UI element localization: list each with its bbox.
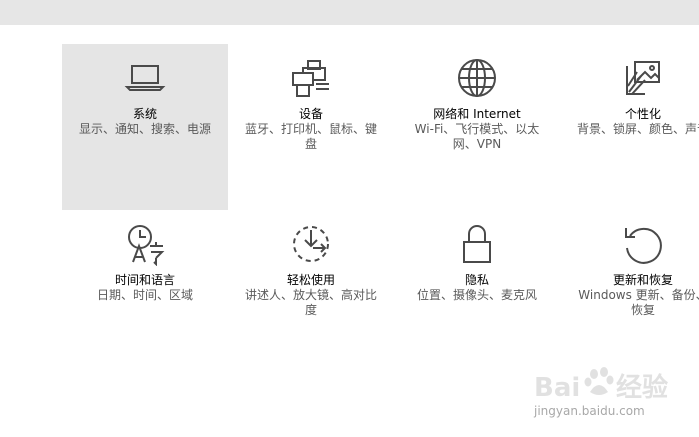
tile-ease-of-access[interactable]: 轻松使用 讲述人、放大镜、高对比度 [228,210,394,376]
lock-icon [455,222,499,266]
tile-devices[interactable]: 设备 蓝牙、打印机、鼠标、键盘 [228,44,394,210]
tile-ease-of-access-desc: 讲述人、放大镜、高对比度 [244,288,377,317]
tile-update-security[interactable]: 更新和恢复 Windows 更新、备份、恢复 [560,210,699,376]
tile-ease-of-access-title: 轻松使用 [286,273,335,287]
svg-text:Bai: Bai [534,373,580,403]
watermark-url: jingyan.baidu.com [534,404,645,418]
tile-personalization[interactable]: 个性化 背景、锁屏、颜色、声音 [560,44,699,210]
refresh-icon [621,222,665,266]
tile-time-language-title: 时间和语言 [114,273,175,287]
svg-text:经验: 经验 [616,372,668,403]
clock-language-icon [123,222,167,266]
tile-devices-desc: 蓝牙、打印机、鼠标、键盘 [244,122,377,151]
tile-personalization-title: 个性化 [624,107,661,121]
paintbrush-picture-icon [621,56,665,100]
tile-network[interactable]: 网络和 Internet Wi-Fi、飞行模式、以太网、VPN [394,44,560,210]
tile-network-desc: Wi-Fi、飞行模式、以太网、VPN [414,122,540,151]
tile-time-language[interactable]: 时间和语言 日期、时间、区域 [62,210,228,376]
top-bar [0,0,699,25]
tile-devices-title: 设备 [298,107,323,121]
tile-privacy[interactable]: 隐私 位置、摄像头、麦克风 [394,210,560,376]
tile-time-language-desc: 日期、时间、区域 [96,288,193,302]
tile-network-title: 网络和 Internet [433,107,521,121]
tile-privacy-title: 隐私 [464,273,489,287]
tile-system[interactable]: 系统 显示、通知、搜索、电源 [62,44,228,210]
tile-system-desc: 显示、通知、搜索、电源 [78,122,211,136]
tile-update-security-title: 更新和恢复 [612,273,673,287]
ease-of-access-icon [289,222,333,266]
laptop-icon [123,56,167,100]
tile-privacy-desc: 位置、摄像头、麦克风 [416,288,537,302]
tile-update-security-desc: Windows 更新、备份、恢复 [578,288,699,317]
tile-system-title: 系统 [132,107,157,121]
tile-personalization-desc: 背景、锁屏、颜色、声音 [576,122,699,136]
printer-keyboard-icon [289,56,333,100]
globe-icon [455,56,499,100]
